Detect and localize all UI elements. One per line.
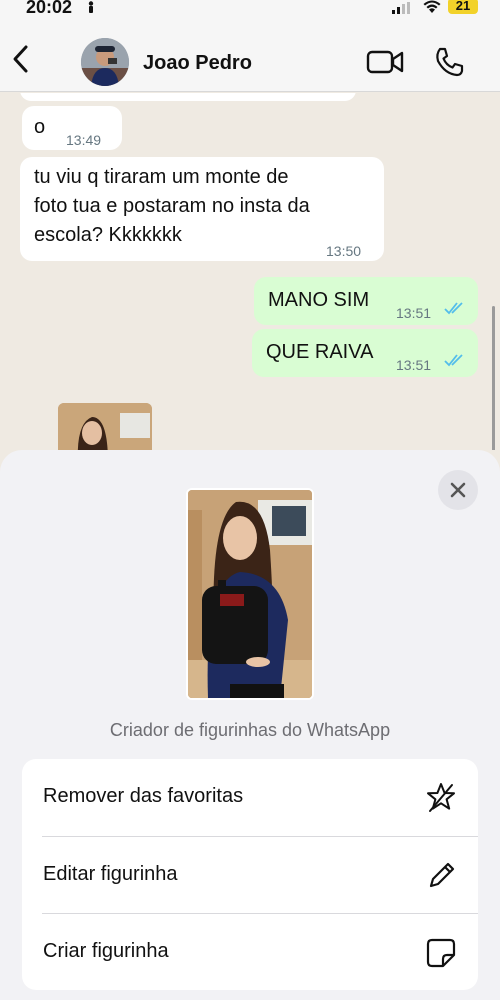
sheet-caption: Criador de figurinhas do WhatsApp xyxy=(109,720,391,740)
chat-area[interactable]: o 13:49 tu viu q tiraram um monte de fot… xyxy=(0,93,500,450)
contact-name[interactable]: Joao Pedro xyxy=(143,52,252,75)
create-sticker-button[interactable]: Criar figurinha xyxy=(22,914,478,991)
sticker-image xyxy=(188,490,312,698)
sticker-options-sheet: Criador de figurinhas do WhatsApp Remove… xyxy=(0,450,500,1000)
wifi-icon xyxy=(423,0,441,13)
signal-icon xyxy=(392,2,410,14)
status-bar: 20:02 21 xyxy=(0,0,500,17)
battery-indicator: 21 xyxy=(448,0,478,14)
sticker-preview xyxy=(186,488,314,700)
message-bubble[interactable]: QUE RAIVA 13:51 xyxy=(252,329,478,377)
message-text: tu viu q tiraram um monte de foto tua e … xyxy=(34,166,310,246)
message-time: 13:50 xyxy=(326,243,362,259)
message-text: MANO SIM xyxy=(268,289,370,311)
remove-from-favorites-button[interactable]: Remover das favoritas xyxy=(22,759,478,836)
close-button[interactable] xyxy=(438,470,478,510)
menu-item-label: Criar figurinha xyxy=(43,940,169,962)
message-time: 13:49 xyxy=(66,132,102,148)
message-time: 13:51 xyxy=(396,357,432,373)
contact-avatar[interactable] xyxy=(81,38,129,86)
pencil-icon xyxy=(429,862,455,888)
message-text: o xyxy=(34,116,46,138)
message-bubble[interactable]: tu viu q tiraram um monte de foto tua e … xyxy=(20,157,384,261)
message-time: 13:51 xyxy=(396,305,432,321)
edit-sticker-button[interactable]: Editar figurinha xyxy=(22,837,478,914)
menu-item-label: Editar figurinha xyxy=(43,863,178,885)
sticker-thumbnail xyxy=(58,403,152,450)
read-ticks-icon xyxy=(444,302,463,315)
voice-call-icon[interactable] xyxy=(433,46,465,78)
scroll-indicator[interactable] xyxy=(492,306,495,450)
message-text: QUE RAIVA xyxy=(266,341,374,363)
sticker-message[interactable] xyxy=(58,403,152,450)
sticker-icon xyxy=(426,938,456,968)
message-bubble[interactable]: MANO SIM 13:51 xyxy=(254,277,478,325)
close-icon xyxy=(450,482,466,498)
read-ticks-icon xyxy=(444,354,463,367)
message-bubble[interactable]: o 13:49 xyxy=(22,106,122,150)
star-remove-icon xyxy=(427,783,455,812)
back-chevron-icon[interactable] xyxy=(10,44,32,74)
menu-item-label: Remover das favoritas xyxy=(43,785,244,807)
chat-header: Joao Pedro xyxy=(0,16,500,92)
person-icon xyxy=(88,1,94,13)
sticker-actions-menu: Remover das favoritas Editar figurinha C… xyxy=(22,759,478,990)
video-call-icon[interactable] xyxy=(366,49,404,75)
avatar-photo xyxy=(81,38,129,86)
message-bubble-partial[interactable] xyxy=(20,93,356,101)
